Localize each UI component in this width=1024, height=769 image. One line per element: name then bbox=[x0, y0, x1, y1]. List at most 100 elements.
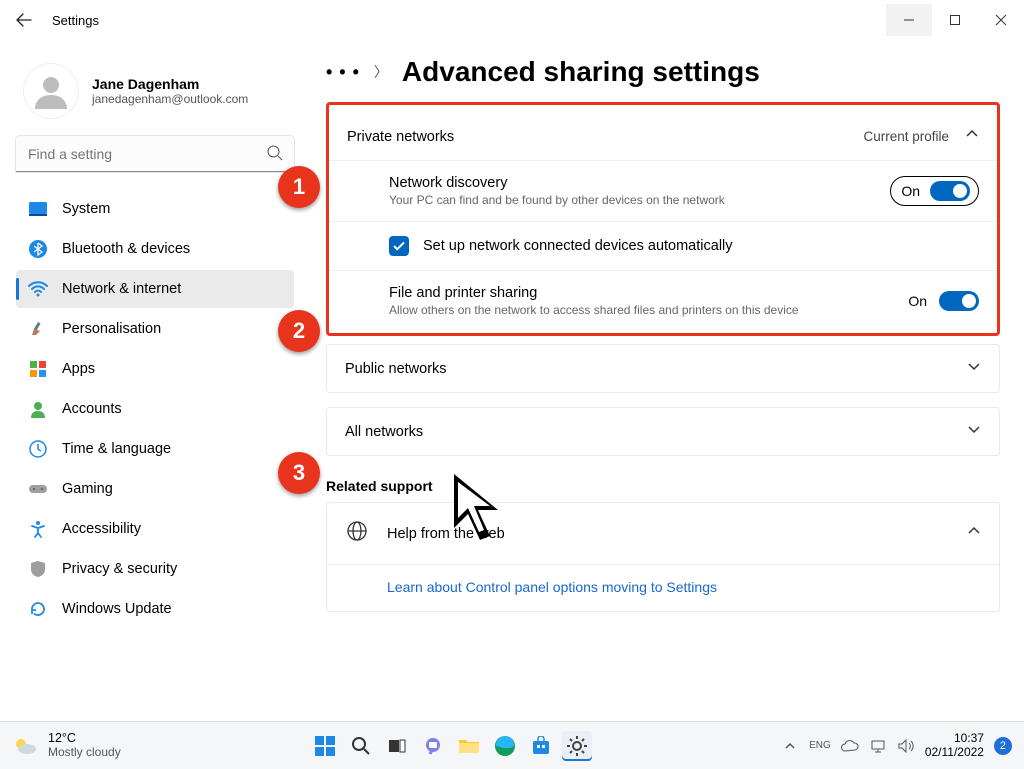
tray-language-icon[interactable]: ENG bbox=[809, 737, 831, 755]
sidebar-item-label: Network & internet bbox=[62, 281, 181, 297]
chevron-right-icon: 〉 bbox=[374, 62, 388, 82]
apps-icon bbox=[28, 359, 48, 379]
breadcrumb-more-button[interactable]: • • • bbox=[326, 62, 360, 83]
tray-chevron-up-icon[interactable] bbox=[781, 737, 799, 755]
clock-globe-icon bbox=[28, 439, 48, 459]
close-button[interactable] bbox=[978, 4, 1024, 36]
taskbar-clock[interactable]: 10:37 02/11/2022 bbox=[925, 732, 984, 760]
sidebar-item-label: Accessibility bbox=[62, 521, 141, 537]
row-title: Network discovery bbox=[389, 175, 725, 191]
taskbar-explorer-button[interactable] bbox=[454, 731, 484, 761]
annotation-badge-2: 2 bbox=[278, 310, 320, 352]
sidebar-item-time-language[interactable]: Time & language bbox=[16, 430, 294, 468]
checkbox-auto-setup[interactable] bbox=[389, 236, 409, 256]
bluetooth-icon bbox=[28, 239, 48, 259]
sidebar-item-system[interactable]: System bbox=[16, 190, 294, 228]
sidebar-item-label: Personalisation bbox=[62, 321, 161, 337]
sidebar-item-label: Bluetooth & devices bbox=[62, 241, 190, 257]
back-button[interactable] bbox=[12, 8, 36, 32]
user-name: Jane Dagenham bbox=[92, 76, 248, 92]
tray-network-icon[interactable] bbox=[869, 737, 887, 755]
checkbox-label: Set up network connected devices automat… bbox=[423, 238, 733, 254]
sidebar-item-accessibility[interactable]: Accessibility bbox=[16, 510, 294, 548]
search-icon bbox=[266, 144, 284, 167]
sidebar-item-label: Accounts bbox=[62, 401, 122, 417]
avatar bbox=[24, 64, 78, 118]
help-link-row: Learn about Control panel options moving… bbox=[327, 564, 999, 611]
chevron-down-icon bbox=[967, 422, 981, 441]
maximize-icon bbox=[949, 14, 961, 26]
annotation-badge-3: 3 bbox=[278, 452, 320, 494]
chat-icon bbox=[423, 736, 443, 756]
taskview-icon bbox=[387, 736, 407, 756]
section-header-private[interactable]: Private networks Current profile bbox=[329, 113, 997, 160]
store-icon bbox=[531, 736, 551, 756]
sidebar-item-network[interactable]: Network & internet bbox=[16, 270, 294, 308]
gear-icon bbox=[566, 735, 588, 757]
person-icon bbox=[31, 71, 71, 111]
globe-icon bbox=[345, 519, 369, 548]
row-auto-setup: Set up network connected devices automat… bbox=[329, 221, 997, 270]
window-title: Settings bbox=[52, 13, 99, 28]
section-public[interactable]: Public networks bbox=[326, 344, 1000, 393]
sidebar-item-gaming[interactable]: Gaming bbox=[16, 470, 294, 508]
toggle-state-label: On bbox=[908, 293, 927, 309]
accounts-icon bbox=[28, 399, 48, 419]
section-title: Public networks bbox=[345, 361, 447, 377]
row-description: Allow others on the network to access sh… bbox=[389, 303, 799, 317]
sidebar-item-accounts[interactable]: Accounts bbox=[16, 390, 294, 428]
taskbar-settings-button[interactable] bbox=[562, 731, 592, 761]
toggle-state-label: On bbox=[901, 183, 920, 199]
search-box[interactable] bbox=[16, 136, 294, 172]
tray-volume-icon[interactable] bbox=[897, 737, 915, 755]
row-file-printer-sharing: File and printer sharing Allow others on… bbox=[329, 270, 997, 331]
chevron-down-icon bbox=[967, 359, 981, 378]
sidebar-item-privacy[interactable]: Privacy & security bbox=[16, 550, 294, 588]
close-icon bbox=[995, 14, 1007, 26]
taskbar: 12°C Mostly cloudy ENG 10:37 02/11/2022 … bbox=[0, 721, 1024, 769]
toggle-network-discovery-outline: On bbox=[890, 176, 979, 206]
sidebar-item-personalisation[interactable]: Personalisation bbox=[16, 310, 294, 348]
taskbar-weather[interactable]: 12°C Mostly cloudy bbox=[12, 732, 121, 760]
annotation-highlight-box: Private networks Current profile Network… bbox=[326, 102, 1000, 336]
page-title: Advanced sharing settings bbox=[402, 56, 760, 88]
row-network-discovery: Network discovery Your PC can find and b… bbox=[329, 160, 997, 221]
taskbar-store-button[interactable] bbox=[526, 731, 556, 761]
notification-badge[interactable]: 2 bbox=[994, 737, 1012, 755]
accessibility-icon bbox=[28, 519, 48, 539]
sidebar-item-apps[interactable]: Apps bbox=[16, 350, 294, 388]
sidebar-item-bluetooth[interactable]: Bluetooth & devices bbox=[16, 230, 294, 268]
nav: System Bluetooth & devices Network & int… bbox=[16, 190, 294, 628]
section-title: Private networks bbox=[347, 129, 454, 145]
breadcrumb: • • • 〉 Advanced sharing settings bbox=[326, 48, 1000, 96]
chevron-up-icon bbox=[967, 524, 981, 543]
cursor-icon bbox=[450, 470, 506, 550]
maximize-button[interactable] bbox=[932, 4, 978, 36]
chevron-up-icon bbox=[965, 127, 979, 146]
titlebar: Settings bbox=[0, 0, 1024, 40]
toggle-file-printer-sharing[interactable] bbox=[939, 291, 979, 311]
toggle-network-discovery[interactable] bbox=[930, 181, 970, 201]
row-description: Your PC can find and be found by other d… bbox=[389, 193, 725, 207]
system-icon bbox=[28, 199, 48, 219]
search-input[interactable] bbox=[16, 136, 294, 172]
weather-temp: 12°C bbox=[48, 732, 121, 746]
sidebar-item-label: Gaming bbox=[62, 481, 113, 497]
taskbar-time: 10:37 bbox=[925, 732, 984, 746]
taskbar-search-button[interactable] bbox=[346, 731, 376, 761]
section-all-networks[interactable]: All networks bbox=[326, 407, 1000, 456]
sidebar-item-label: Privacy & security bbox=[62, 561, 177, 577]
tray-onedrive-icon[interactable] bbox=[841, 737, 859, 755]
taskbar-taskview-button[interactable] bbox=[382, 731, 412, 761]
minimize-button[interactable] bbox=[886, 4, 932, 36]
user-block[interactable]: Jane Dagenham janedagenham@outlook.com bbox=[16, 48, 310, 136]
sidebar-item-windows-update[interactable]: Windows Update bbox=[16, 590, 294, 628]
shield-icon bbox=[28, 559, 48, 579]
taskbar-chat-button[interactable] bbox=[418, 731, 448, 761]
help-link[interactable]: Learn about Control panel options moving… bbox=[387, 579, 717, 595]
search-icon bbox=[351, 736, 371, 756]
arrow-left-icon bbox=[16, 12, 32, 28]
help-from-web-row[interactable]: Help from the web bbox=[327, 503, 999, 564]
start-button[interactable] bbox=[310, 731, 340, 761]
taskbar-edge-button[interactable] bbox=[490, 731, 520, 761]
